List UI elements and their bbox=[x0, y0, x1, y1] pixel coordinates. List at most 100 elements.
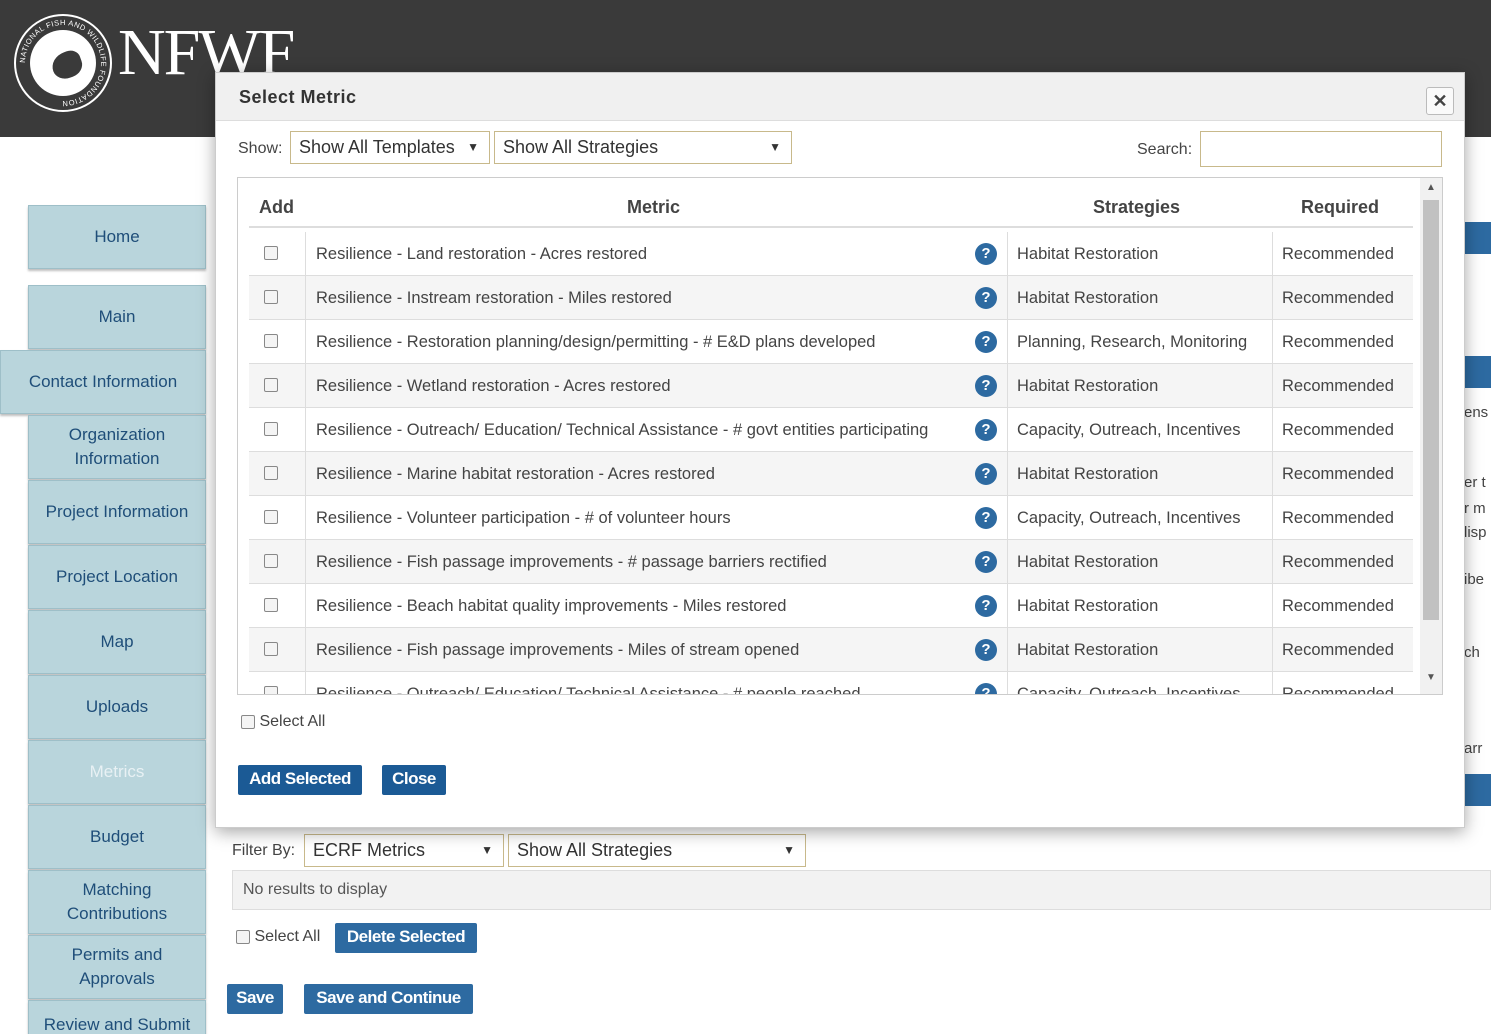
background-panel-header bbox=[1464, 774, 1491, 806]
row-add-checkbox[interactable] bbox=[264, 598, 278, 612]
help-icon[interactable]: ? bbox=[975, 639, 997, 661]
background-text: lisp bbox=[1464, 524, 1487, 541]
sidebar-item-label: Project Location bbox=[56, 567, 178, 586]
background-text: arr bbox=[1464, 740, 1483, 757]
sidebar-item-label: Metrics bbox=[89, 762, 145, 781]
help-icon[interactable]: ? bbox=[975, 595, 997, 617]
modal-select-all[interactable]: Select All bbox=[241, 713, 325, 731]
help-icon[interactable]: ? bbox=[975, 551, 997, 573]
help-icon[interactable]: ? bbox=[975, 287, 997, 309]
search-input[interactable] bbox=[1200, 131, 1442, 167]
column-header-metric[interactable]: Metric bbox=[627, 197, 680, 218]
add-selected-button[interactable]: Add Selected bbox=[238, 765, 362, 795]
chevron-down-icon: ▼ bbox=[481, 843, 493, 857]
sidebar-item-label: Main bbox=[98, 307, 136, 326]
table-row[interactable]: Resilience - Volunteer participation - #… bbox=[249, 496, 1413, 540]
close-icon[interactable]: ✕ bbox=[1426, 87, 1454, 115]
strategies-cell: Habitat Restoration bbox=[1007, 628, 1272, 672]
table-row[interactable]: Resilience - Beach habitat quality impro… bbox=[249, 584, 1413, 628]
sidebar-item-contact-information[interactable]: Contact Information bbox=[0, 350, 206, 414]
sidebar-item-label: Budget bbox=[90, 827, 144, 846]
table-row[interactable]: Resilience - Wetland restoration - Acres… bbox=[249, 364, 1413, 408]
required-cell: Recommended bbox=[1272, 408, 1413, 452]
help-icon[interactable]: ? bbox=[975, 507, 997, 529]
row-add-checkbox[interactable] bbox=[264, 554, 278, 568]
sidebar-item-label: Uploads bbox=[85, 697, 149, 716]
sidebar-item-label: Organization Information bbox=[68, 425, 166, 468]
strategies-cell: Habitat Restoration bbox=[1007, 452, 1272, 496]
sidebar-item-budget[interactable]: Budget bbox=[28, 805, 206, 869]
help-icon[interactable]: ? bbox=[975, 375, 997, 397]
sidebar-item-matching-contributions[interactable]: Matching Contributions bbox=[28, 870, 206, 934]
select-value: Show All Strategies bbox=[503, 137, 659, 157]
metric-cell: Resilience - Fish passage improvements -… bbox=[305, 628, 1007, 672]
save-and-continue-button[interactable]: Save and Continue bbox=[304, 984, 473, 1014]
table-row[interactable]: Resilience - Fish passage improvements -… bbox=[249, 540, 1413, 584]
sidebar-item-home[interactable]: Home bbox=[28, 205, 206, 269]
table-row[interactable]: Resilience - Fish passage improvements -… bbox=[249, 628, 1413, 672]
column-header-required[interactable]: Required bbox=[1301, 197, 1379, 218]
sidebar-item-label: Map bbox=[100, 632, 134, 651]
bg-select-all[interactable]: Select All bbox=[236, 928, 320, 946]
background-panel-header bbox=[1464, 356, 1491, 388]
strategies-select[interactable]: Show All Strategies ▼ bbox=[494, 131, 792, 164]
scroll-up-arrow-icon[interactable]: ▲ bbox=[1420, 178, 1442, 198]
table-row[interactable]: Resilience - Land restoration - Acres re… bbox=[249, 232, 1413, 276]
row-add-checkbox[interactable] bbox=[264, 466, 278, 480]
help-icon[interactable]: ? bbox=[975, 243, 997, 265]
column-header-add[interactable]: Add bbox=[259, 197, 294, 218]
row-add-checkbox[interactable] bbox=[264, 378, 278, 392]
show-label: Show: bbox=[238, 140, 283, 157]
required-cell: Recommended bbox=[1272, 364, 1413, 408]
row-add-checkbox[interactable] bbox=[264, 510, 278, 524]
table-row[interactable]: Resilience - Outreach/ Education/ Techni… bbox=[249, 672, 1413, 694]
sidebar-item-project-location[interactable]: Project Location bbox=[28, 545, 206, 609]
scroll-down-arrow-icon[interactable]: ▼ bbox=[1420, 668, 1442, 688]
row-add-checkbox[interactable] bbox=[264, 422, 278, 436]
column-header-strategies[interactable]: Strategies bbox=[1093, 197, 1180, 218]
metric-cell: Resilience - Fish passage improvements -… bbox=[305, 540, 1007, 584]
sidebar-item-permits-and-approvals[interactable]: Permits and Approvals bbox=[28, 935, 206, 999]
table-row[interactable]: Resilience - Instream restoration - Mile… bbox=[249, 276, 1413, 320]
row-add-checkbox[interactable] bbox=[264, 290, 278, 304]
modal-title: Select Metric bbox=[239, 87, 357, 107]
select-value: ECRF Metrics bbox=[313, 840, 425, 860]
table-scrollbar[interactable]: ▲ ▼ bbox=[1420, 178, 1442, 694]
row-add-checkbox[interactable] bbox=[264, 642, 278, 656]
help-icon[interactable]: ? bbox=[975, 419, 997, 441]
sidebar-item-review-and-submit[interactable]: Review and Submit bbox=[28, 1000, 206, 1034]
strategies-cell: Capacity, Outreach, Incentives bbox=[1007, 672, 1272, 694]
strategies-cell: Habitat Restoration bbox=[1007, 584, 1272, 628]
scroll-thumb[interactable] bbox=[1423, 200, 1439, 620]
sidebar-item-organization-information[interactable]: Organization Information bbox=[28, 415, 206, 479]
no-results-message: No results to display bbox=[232, 870, 1491, 910]
row-add-checkbox[interactable] bbox=[264, 334, 278, 348]
background-text: ens bbox=[1464, 404, 1489, 421]
metric-cell: Resilience - Outreach/ Education/ Techni… bbox=[305, 408, 1007, 452]
table-row[interactable]: Resilience - Restoration planning/design… bbox=[249, 320, 1413, 364]
metric-cell: Resilience - Beach habitat quality impro… bbox=[305, 584, 1007, 628]
templates-select[interactable]: Show All Templates ▼ bbox=[290, 131, 490, 164]
help-icon[interactable]: ? bbox=[975, 463, 997, 485]
sidebar-item-uploads[interactable]: Uploads bbox=[28, 675, 206, 739]
checkbox[interactable] bbox=[241, 714, 255, 729]
row-add-checkbox[interactable] bbox=[264, 686, 278, 694]
delete-selected-button[interactable]: Delete Selected bbox=[335, 923, 477, 953]
close-button[interactable]: Close bbox=[382, 765, 446, 795]
metric-cell: Resilience - Marine habitat restoration … bbox=[305, 452, 1007, 496]
sidebar-item-project-information[interactable]: Project Information bbox=[28, 480, 206, 544]
metric-cell: Resilience - Wetland restoration - Acres… bbox=[305, 364, 1007, 408]
filter-template-select[interactable]: ECRF Metrics ▼ bbox=[304, 834, 504, 867]
table-row[interactable]: Resilience - Outreach/ Education/ Techni… bbox=[249, 408, 1413, 452]
row-add-checkbox[interactable] bbox=[264, 246, 278, 260]
checkbox[interactable] bbox=[236, 929, 250, 944]
table-row[interactable]: Resilience - Marine habitat restoration … bbox=[249, 452, 1413, 496]
save-button[interactable]: Save bbox=[227, 984, 283, 1014]
sidebar-item-map[interactable]: Map bbox=[28, 610, 206, 674]
help-icon[interactable]: ? bbox=[975, 331, 997, 353]
chevron-down-icon: ▼ bbox=[783, 843, 795, 857]
sidebar-item-main[interactable]: Main bbox=[28, 285, 206, 349]
select-all-label: Select All bbox=[254, 928, 321, 945]
sidebar-item-metrics[interactable]: Metrics bbox=[28, 740, 206, 804]
filter-strategy-select[interactable]: Show All Strategies ▼ bbox=[508, 834, 806, 867]
